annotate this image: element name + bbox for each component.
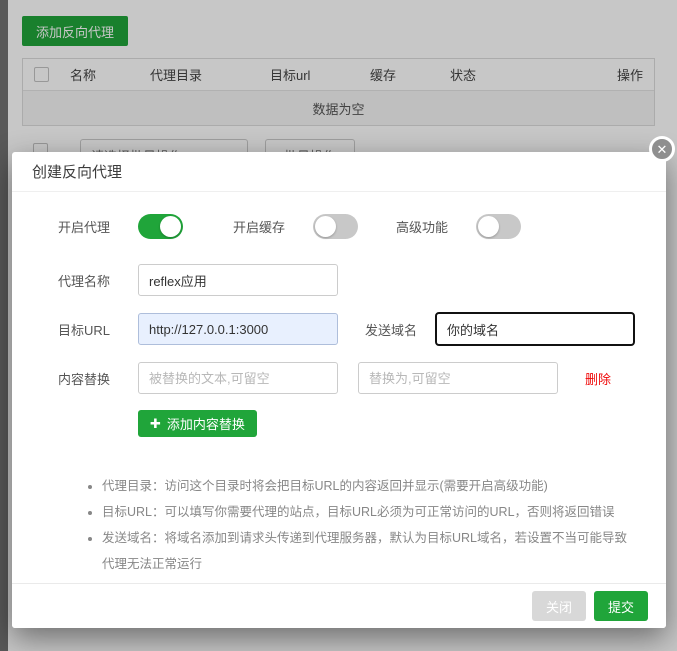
replace-with-input[interactable] xyxy=(358,362,558,394)
proxy-name-label: 代理名称 xyxy=(58,271,138,290)
enable-cache-label: 开启缓存 xyxy=(233,217,297,236)
modal-footer: 关闭 提交 xyxy=(12,583,666,628)
note-send-domain: 发送域名：将域名添加到请求头传递到代理服务器，默认为目标URL域名，若设置不当可… xyxy=(102,525,636,577)
toggle-knob xyxy=(315,216,336,237)
submit-button[interactable]: 提交 xyxy=(594,591,648,621)
toggle-advanced[interactable] xyxy=(476,214,521,239)
note-proxy-dir: 代理目录：访问这个目录时将会把目标URL的内容返回并显示(需要开启高级功能) xyxy=(102,473,636,499)
toggle-proxy[interactable] xyxy=(138,214,183,239)
replace-search-input[interactable] xyxy=(138,362,338,394)
proxy-name-row: 代理名称 xyxy=(58,264,666,296)
add-content-replace-button[interactable]: ✚ 添加内容替换 xyxy=(138,410,257,437)
toggle-knob xyxy=(160,216,181,237)
close-button[interactable]: 关闭 xyxy=(532,591,586,621)
note-target-url: 目标URL：可以填写你需要代理的站点，目标URL必须为可正常访问的URL，否则将… xyxy=(102,499,636,525)
target-url-row: 目标URL 发送域名 xyxy=(58,312,666,346)
enable-proxy-label: 开启代理 xyxy=(58,217,138,236)
close-icon[interactable]: ✕ xyxy=(649,136,675,162)
proxy-name-input[interactable] xyxy=(138,264,338,296)
send-domain-input[interactable] xyxy=(435,312,635,346)
content-replace-row: 内容替换 删除 xyxy=(58,362,666,394)
delete-replace-link[interactable]: 删除 xyxy=(585,369,611,388)
toggle-knob xyxy=(478,216,499,237)
send-domain-label: 发送域名 xyxy=(365,320,435,339)
toggle-row: 开启代理 开启缓存 高级功能 xyxy=(58,214,666,239)
target-url-label: 目标URL xyxy=(58,320,138,339)
create-reverse-proxy-modal: ✕ 创建反向代理 开启代理 开启缓存 高级功能 代理名称 目标URL 发送域名 xyxy=(12,152,666,628)
screen: 添加反向代理 名称 代理目录 目标url 缓存 状态 操作 数据为空 请选择批量… xyxy=(0,0,677,651)
target-url-input[interactable] xyxy=(138,313,338,345)
advanced-label: 高级功能 xyxy=(396,217,460,236)
plus-icon: ✚ xyxy=(150,417,161,430)
toggle-cache[interactable] xyxy=(313,214,358,239)
modal-form: 开启代理 开启缓存 高级功能 代理名称 目标URL 发送域名 内容替换 xyxy=(12,192,666,603)
content-replace-label: 内容替换 xyxy=(58,369,138,388)
add-content-replace-label: 添加内容替换 xyxy=(167,414,245,433)
modal-title: 创建反向代理 xyxy=(12,152,666,192)
